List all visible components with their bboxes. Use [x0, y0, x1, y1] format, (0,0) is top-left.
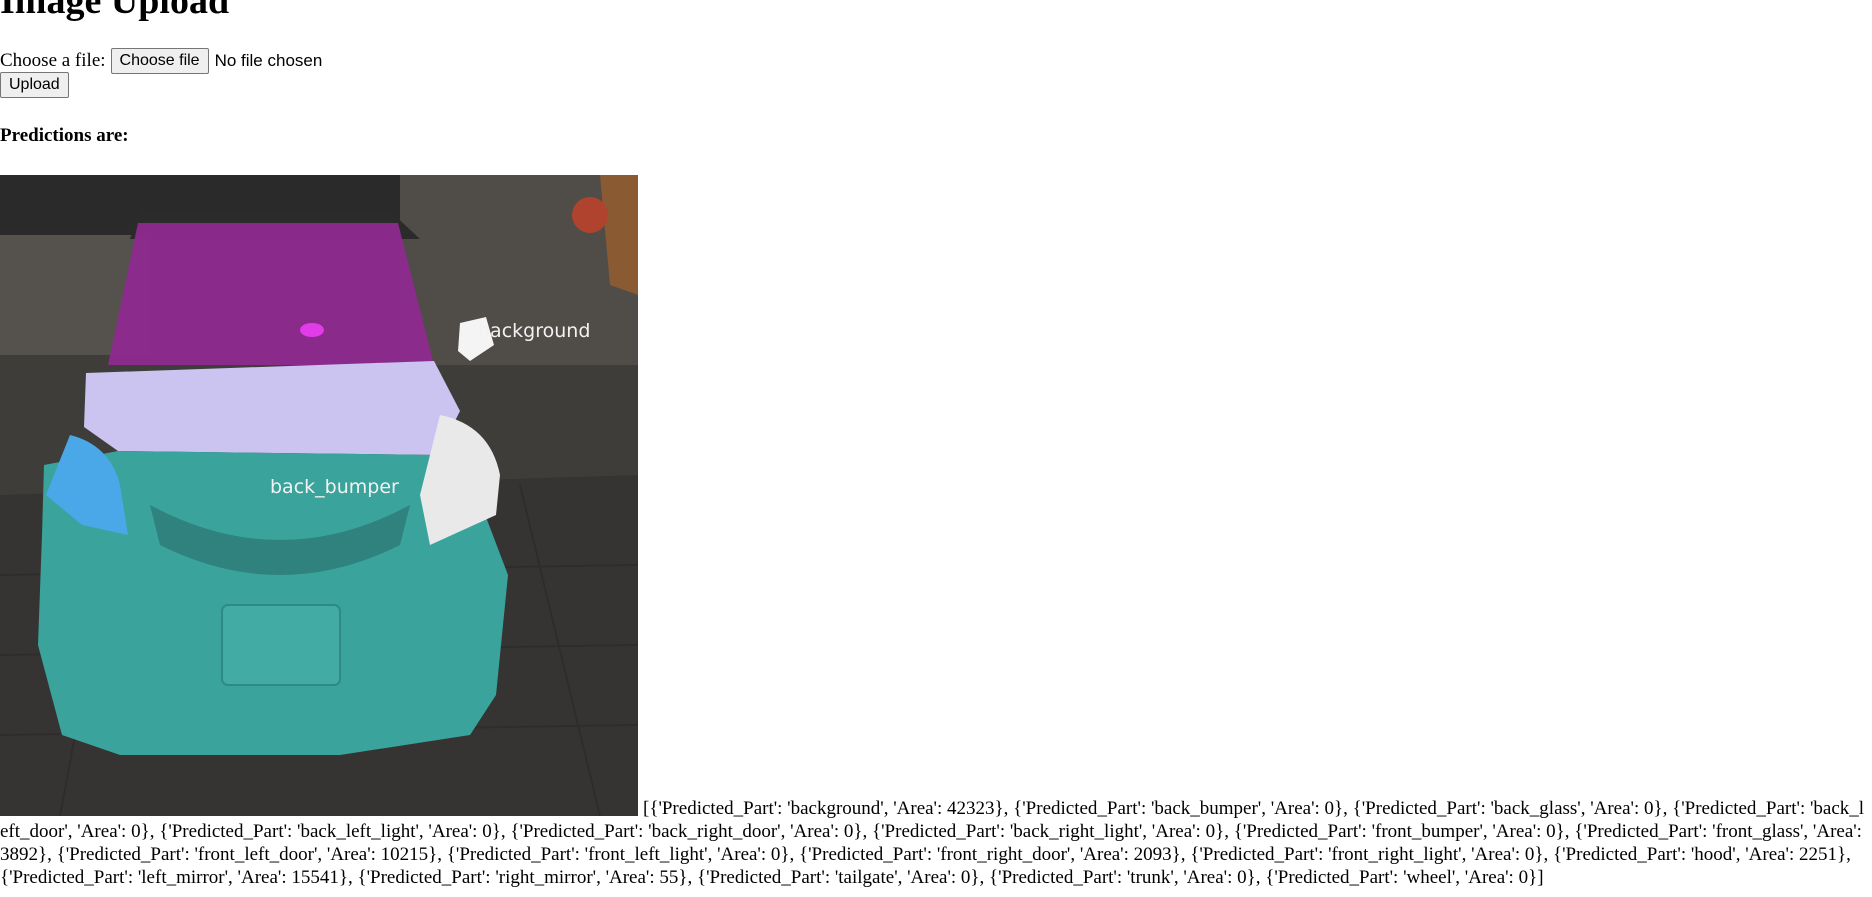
page-title: Image Upload	[0, 0, 230, 22]
file-input-row: Choose a file: Choose file No file chose…	[0, 48, 322, 74]
overlay-label-back-bumper: back_bumper	[270, 476, 399, 498]
upload-button[interactable]: Upload	[0, 72, 69, 98]
file-status-text: No file chosen	[214, 51, 323, 70]
car-segmentation-image: background back_bumper	[0, 175, 638, 816]
predictions-label: Predictions are:	[0, 125, 129, 146]
upload-row: Upload	[0, 72, 69, 98]
overlay-label-background: background	[478, 320, 590, 342]
prediction-image: background back_bumper	[0, 175, 638, 816]
file-input-label: Choose a file:	[0, 50, 106, 71]
choose-file-button[interactable]: Choose file	[110, 48, 209, 74]
predictions-output: [{'Predicted_Part': 'background', 'Area'…	[0, 797, 1872, 889]
predictions-text: [{'Predicted_Part': 'background', 'Area'…	[0, 798, 1865, 888]
